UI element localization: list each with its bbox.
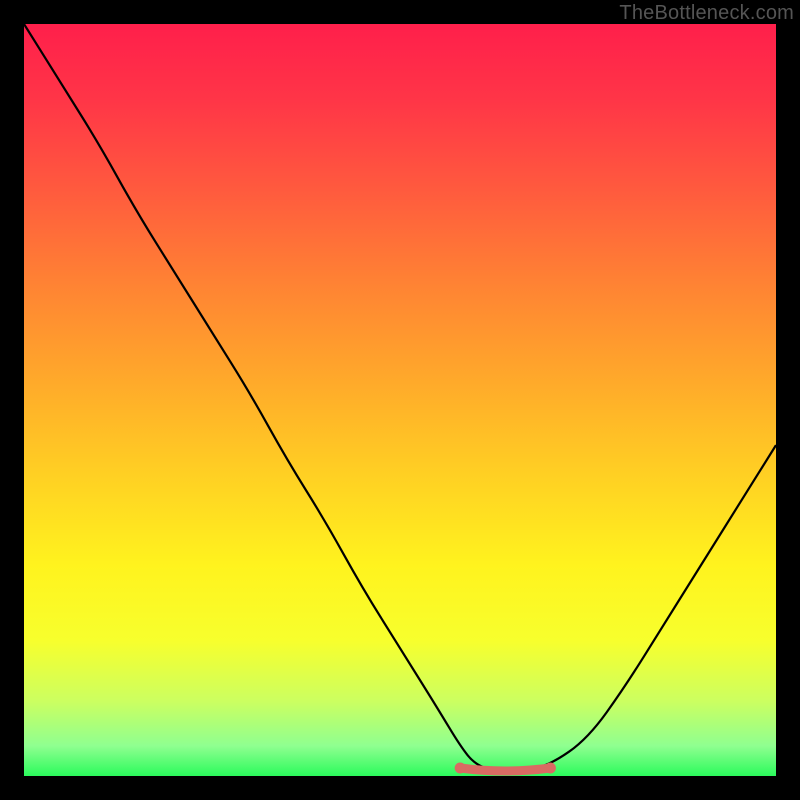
optimal-region-start-dot <box>455 762 466 773</box>
optimal-region-end-dot <box>545 762 556 773</box>
bottleneck-curve <box>24 24 776 772</box>
optimal-region-marker <box>460 768 550 771</box>
chart-container: TheBottleneck.com <box>0 0 800 800</box>
plot-area <box>24 24 776 776</box>
watermark-text: TheBottleneck.com <box>619 2 794 25</box>
curve-layer <box>24 24 776 776</box>
